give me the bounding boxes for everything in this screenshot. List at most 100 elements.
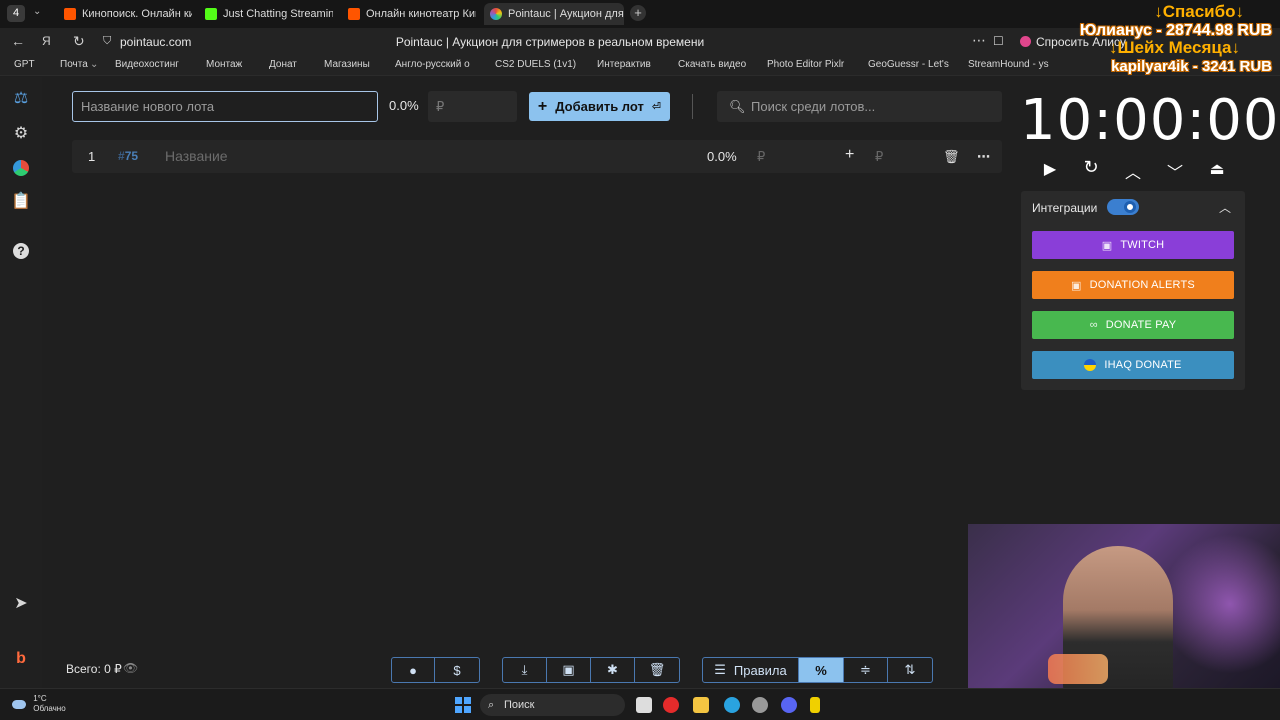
bookmark-item[interactable]: Видеохостинг (115, 59, 179, 70)
play-icon[interactable]: ▶ (1038, 159, 1062, 179)
bookmark-item[interactable]: CS2 DUELS (1v1) (495, 59, 576, 70)
chevron-up-icon[interactable]: ︿ (1219, 199, 1231, 216)
new-lot-name-input[interactable]: Название нового лота (72, 91, 378, 122)
tab-label: Кинопоиск. Онлайн кино (82, 8, 192, 20)
taskbar-search-label: Поиск (504, 699, 535, 711)
bookmark-item[interactable]: Донат (269, 59, 297, 70)
yandex-browser-icon[interactable] (663, 697, 679, 713)
donate-pay-label: DONATE PAY (1105, 319, 1177, 331)
lot-name-input[interactable]: Название (165, 148, 228, 164)
tab-label: Онлайн кинотеатр Кино (366, 8, 476, 20)
chevron-down-icon[interactable]: ⌄ (33, 6, 41, 17)
os-taskbar: 1°C Облачно ⌕ Поиск (0, 688, 1280, 720)
lot-row: 1 #75 Название 0.0% ₽ + ₽ 🗑︎ ⋯ (72, 140, 1002, 173)
help-icon[interactable]: ? (11, 241, 31, 261)
folder-icon[interactable] (693, 697, 709, 713)
bookmark-item[interactable]: Интерактив (597, 59, 651, 70)
new-lot-amount-input[interactable]: ₽ (428, 91, 517, 122)
delete-all-icon[interactable]: 🗑︎ (635, 658, 679, 682)
task-view-icon[interactable] (636, 697, 652, 713)
ihaq-donate-button[interactable]: IHAQ DONATE (1032, 351, 1234, 379)
donation-alerts-button[interactable]: ▣ DONATION ALERTS (1032, 271, 1234, 299)
weather-widget[interactable]: 1°C Облачно (12, 694, 66, 714)
page-title: Pointauc | Аукцион для стримеров в реаль… (395, 35, 705, 49)
lot-id[interactable]: #75 (118, 149, 138, 163)
add-lot-label: Добавить лот (555, 99, 644, 114)
rules-button[interactable]: ☰ Правила (703, 658, 799, 682)
list-icon: ☰ (714, 662, 726, 677)
trash-icon[interactable]: 🗑︎ (943, 149, 960, 165)
bookmark-item[interactable]: Монтаж (206, 59, 242, 70)
dollar-icon[interactable]: $ (435, 658, 479, 682)
more-icon[interactable]: ⋯ (977, 149, 990, 165)
plus-icon: + (537, 97, 548, 115)
integrations-panel: Интеграции ︿ ▣ TWITCH ▣ DONATION ALERTS … (1021, 191, 1245, 390)
gear-icon[interactable]: ⚙ (11, 124, 31, 144)
donate-pay-button[interactable]: ∞ DONATE PAY (1032, 311, 1234, 339)
browser-tab[interactable]: Кинопоиск. Онлайн кино (58, 3, 192, 25)
chevron-up-icon[interactable]: ︿ (1121, 159, 1145, 183)
wheel-icon[interactable] (11, 158, 31, 178)
donation-alerts-label: DONATION ALERTS (1089, 279, 1195, 291)
search-placeholder: Поиск среди лотов... (751, 99, 876, 114)
auction-icon[interactable]: ⚖ (11, 89, 31, 109)
weather-temp: 1°C (33, 694, 47, 703)
windows-start-icon[interactable] (455, 697, 471, 713)
overlay-sheikh: ↓Шейх Месяца↓ (1108, 38, 1240, 57)
bookmark-item[interactable]: StreamHound - ys (968, 59, 1049, 70)
lot-index: 1 (88, 149, 96, 164)
bookmark-item[interactable]: Магазины (324, 59, 370, 70)
twitch-icon: ▣ (1101, 239, 1113, 252)
telegram-icon[interactable]: ➤ (11, 594, 31, 614)
webcam-glow (1160, 534, 1280, 674)
steam-icon[interactable] (752, 697, 768, 713)
bookmark-item[interactable]: Photo Editor Pixlr (767, 59, 844, 70)
browser-tab[interactable]: Онлайн кинотеатр Кино (342, 3, 476, 25)
weather-status: Облачно (33, 704, 66, 713)
browser-tab-active[interactable]: Pointauc | Аукцион для ✕ (484, 3, 624, 25)
percent-toggle[interactable]: % (799, 658, 844, 682)
restart-icon[interactable]: ↻ (1079, 157, 1103, 178)
bookmark-item[interactable]: GPT (14, 59, 35, 70)
rules-label: Правила (733, 662, 787, 678)
save-icon[interactable]: ▣ (547, 658, 591, 682)
boosty-icon[interactable]: b (11, 649, 31, 669)
ihaq-icon (1084, 359, 1097, 371)
download-icon[interactable]: ⤓ (503, 658, 547, 682)
links-button-group: ● $ (391, 657, 480, 683)
bug-icon[interactable]: ✱ (591, 658, 635, 682)
chevron-down-icon[interactable]: ﹀ (1163, 159, 1187, 183)
new-tab-button[interactable]: + (630, 5, 646, 21)
view-button-group: ☰ Правила % ≑ ⇅ (702, 657, 933, 683)
tab-count-badge[interactable]: 4 (7, 5, 25, 22)
app-icon[interactable] (810, 697, 820, 713)
lot-search-input[interactable]: 🔍︎ Поиск среди лотов... (717, 91, 1002, 122)
twitch-button[interactable]: ▣ TWITCH (1032, 231, 1234, 259)
donation-alerts-icon: ▣ (1071, 279, 1082, 292)
lot-amount-input[interactable]: ₽ (757, 149, 765, 165)
github-icon[interactable]: ● (392, 658, 435, 682)
clipboard-icon[interactable]: 📋 (11, 192, 31, 212)
eject-icon[interactable]: ⏏ (1205, 159, 1229, 179)
twitch-label: TWITCH (1120, 239, 1165, 251)
browser-tab[interactable]: Just Chatting Streaming - I (199, 3, 333, 25)
plus-icon[interactable]: + (845, 146, 854, 164)
bookmark-item[interactable]: GeoGuessr - Let's (868, 59, 949, 70)
timer-display: 10:00:00 (1020, 88, 1280, 153)
bookmark-item[interactable]: Скачать видео (678, 59, 746, 70)
kinopoisk-icon (64, 8, 76, 20)
taskbar-search[interactable]: ⌕ Поиск (480, 694, 625, 716)
sort-icon[interactable]: ⇅ (888, 658, 932, 682)
bookmark-item[interactable]: Англо-русский о (395, 59, 470, 70)
telegram-icon[interactable] (724, 697, 740, 713)
integrations-toggle[interactable] (1107, 199, 1139, 215)
compress-icon[interactable]: ≑ (844, 658, 888, 682)
eye-off-icon[interactable]: 👁︎ (123, 661, 138, 675)
bookmark-icon[interactable]: ☐ (993, 34, 1004, 48)
more-icon[interactable]: ⋯ (972, 32, 986, 49)
bookmark-item[interactable]: Почта (60, 59, 88, 70)
discord-icon[interactable] (781, 697, 797, 713)
pointauc-icon (490, 8, 502, 20)
add-lot-button[interactable]: + Добавить лот ⏎ (529, 92, 670, 121)
lot-add-amount-input[interactable]: ₽ (875, 149, 883, 165)
